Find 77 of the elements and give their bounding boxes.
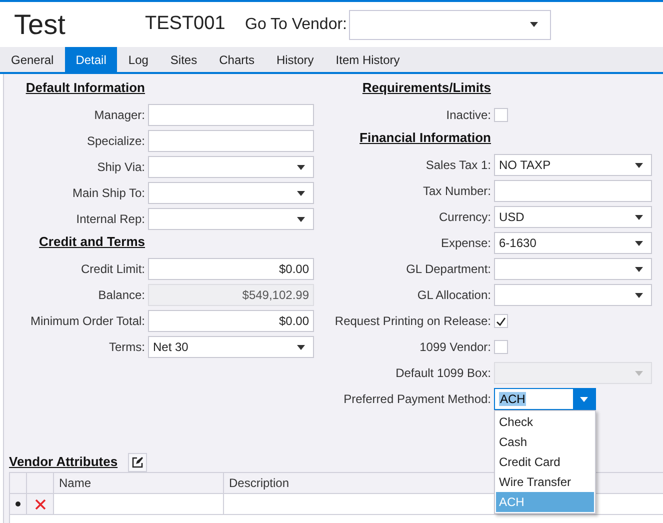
input-field[interactable]	[148, 130, 314, 152]
section-heading: Vendor Attributes	[9, 453, 118, 472]
caret-icon	[297, 164, 305, 170]
field-label: Terms:	[109, 340, 145, 354]
amount-field[interactable]: $0.00	[148, 310, 314, 332]
input-field[interactable]	[494, 180, 652, 202]
caret-icon	[530, 22, 538, 27]
section-heading: Requirements/Limits	[362, 80, 491, 95]
dropdown[interactable]: 6-1630	[494, 232, 652, 254]
caret-icon	[297, 216, 305, 222]
field-label: Ship Via:	[97, 160, 145, 174]
tab[interactable]: Item History	[324, 47, 411, 72]
caret-icon	[297, 344, 305, 350]
tab[interactable]: Detail	[64, 47, 118, 72]
dropdown-option[interactable]: Wire Transfer	[496, 472, 594, 492]
caret-icon	[297, 190, 305, 196]
dropdown[interactable]	[494, 258, 652, 280]
dropdown-option[interactable]: Credit Card	[496, 452, 594, 472]
page-title: Test	[14, 8, 66, 42]
caret-icon	[635, 214, 643, 220]
dropdown[interactable]	[148, 208, 314, 230]
dropdown[interactable]: ACH	[494, 388, 596, 410]
tab[interactable]: Sites	[159, 47, 208, 72]
dropdown-option[interactable]: Cash	[496, 432, 594, 452]
input-field[interactable]	[148, 104, 314, 126]
section-heading: Financial Information	[360, 130, 491, 145]
section-heading: Credit and Terms	[39, 234, 145, 249]
field-label: Request Printing on Release:	[334, 314, 491, 328]
field-label: Internal Rep:	[76, 212, 145, 226]
edit-button[interactable]	[128, 452, 147, 472]
column-header: Name	[59, 475, 92, 492]
field-label: Default 1099 Box:	[396, 366, 491, 380]
caret-icon	[580, 396, 588, 402]
column-header: Description	[229, 475, 290, 492]
edit-icon	[132, 456, 143, 468]
delete-icon[interactable]	[34, 498, 46, 510]
caret-icon	[635, 292, 643, 298]
field-label: 1099 Vendor:	[420, 340, 491, 354]
field-label: Manager:	[94, 108, 145, 122]
field-label: Inactive:	[446, 108, 491, 122]
caret-icon	[635, 162, 643, 168]
amount-field[interactable]: $0.00	[148, 258, 314, 280]
field-label: Specialize:	[86, 134, 145, 148]
field-label: Credit Limit:	[80, 262, 145, 276]
check-icon	[496, 316, 506, 326]
field-label: Main Ship To:	[72, 186, 145, 200]
caret-icon	[635, 370, 643, 376]
dropdown-option[interactable]: Check	[496, 412, 594, 432]
tab[interactable]: History	[265, 47, 325, 72]
field-label: GL Department:	[406, 262, 491, 276]
tab[interactable]: General	[0, 47, 65, 72]
field-label: GL Allocation:	[417, 288, 491, 302]
dropdown[interactable]	[494, 284, 652, 306]
caret-icon	[635, 266, 643, 272]
vendor-dropdown[interactable]	[349, 10, 551, 40]
field-label: Tax Number:	[422, 184, 491, 198]
dropdown[interactable]: Net 30	[148, 336, 314, 358]
new-row-icon	[15, 501, 21, 507]
dropdown[interactable]: NO TAXP	[494, 154, 652, 176]
tab[interactable]: Charts	[208, 47, 266, 72]
field-label: Balance:	[98, 288, 145, 302]
dropdown[interactable]	[148, 156, 314, 178]
caret-icon	[635, 240, 643, 246]
field-label: Sales Tax 1:	[426, 158, 491, 172]
section-heading: Default Information	[26, 80, 145, 95]
checkbox[interactable]	[494, 314, 508, 328]
dropdown[interactable]: USD	[494, 206, 652, 228]
dropdown[interactable]	[148, 182, 314, 204]
checkbox[interactable]	[494, 108, 508, 122]
field-label: Expense:	[440, 236, 491, 250]
field-label: Minimum Order Total:	[30, 314, 145, 328]
checkbox[interactable]	[494, 340, 508, 354]
tab[interactable]: Log	[117, 47, 160, 72]
field-label: Preferred Payment Method:	[344, 392, 491, 406]
vendor-code: TEST001	[145, 12, 226, 36]
field-label: Currency:	[438, 210, 491, 224]
field-label: Go To Vendor:	[245, 14, 347, 34]
